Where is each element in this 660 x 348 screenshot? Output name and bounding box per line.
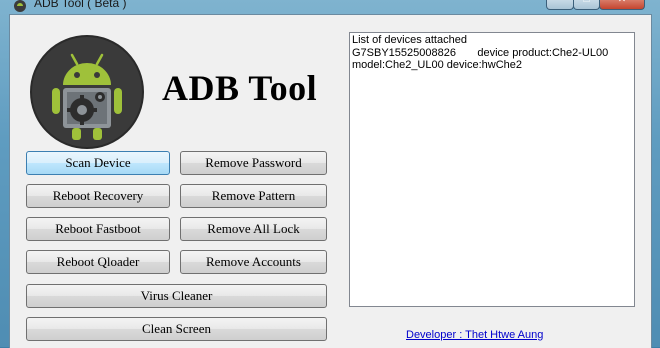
android-robot-gear-logo (30, 35, 144, 149)
scan-device-button[interactable]: Scan Device (26, 151, 170, 175)
remove-all-lock-button[interactable]: Remove All Lock (180, 217, 327, 241)
remove-pattern-button[interactable]: Remove Pattern (180, 184, 327, 208)
log-line: G7SBY15525008826 device product:Che2-UL0… (352, 46, 609, 59)
android-robot-icon (14, 0, 26, 12)
close-icon: ✕ (600, 0, 644, 5)
log-line: List of devices attached (352, 34, 467, 46)
app-title: ADB Tool (162, 68, 318, 108)
virus-cleaner-button[interactable]: Virus Cleaner (26, 284, 327, 308)
minimize-icon: – (547, 0, 573, 5)
device-log-output[interactable]: List of devices attached G7SBY1552500882… (349, 32, 635, 307)
maximize-button[interactable]: □ (573, 0, 600, 10)
maximize-icon: □ (574, 0, 599, 5)
window-frame: ADB Tool ( Beta ) – □ ✕ (0, 0, 660, 348)
reboot-recovery-button[interactable]: Reboot Recovery (26, 184, 170, 208)
clean-screen-button[interactable]: Clean Screen (26, 317, 327, 341)
reboot-fastboot-button[interactable]: Reboot Fastboot (26, 217, 170, 241)
reboot-qloader-button[interactable]: Reboot Qloader (26, 250, 170, 274)
minimize-button[interactable]: – (546, 0, 574, 10)
title-bar[interactable]: ADB Tool ( Beta ) – □ ✕ (0, 0, 660, 14)
log-line: model:Che2_UL00 device:hwChe2 (352, 59, 522, 71)
developer-link[interactable]: Developer : Thet Htwe Aung (406, 329, 543, 341)
main-panel: ADB Tool Scan Device Reboot Recovery Reb… (9, 14, 652, 348)
window-title: ADB Tool ( Beta ) (34, 0, 127, 10)
remove-accounts-button[interactable]: Remove Accounts (180, 250, 327, 274)
remove-password-button[interactable]: Remove Password (180, 151, 327, 175)
close-button[interactable]: ✕ (599, 0, 645, 10)
